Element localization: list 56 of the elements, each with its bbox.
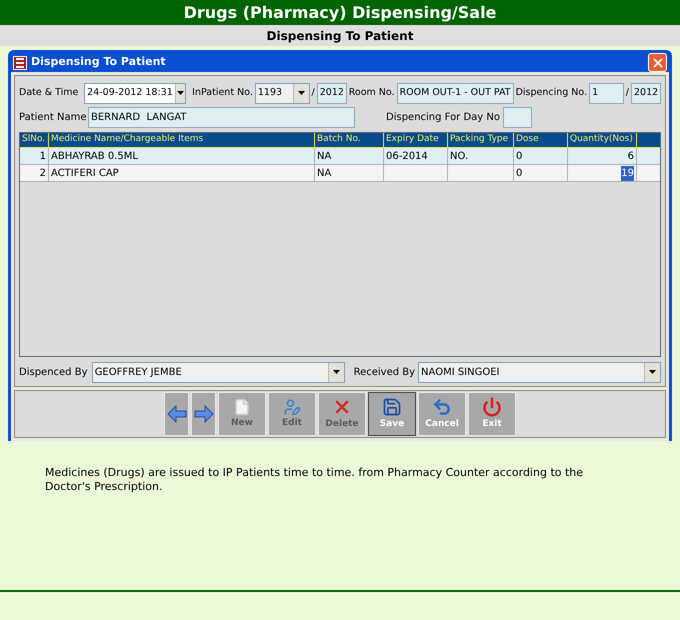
dispencing-year-field[interactable]: 2012 <box>631 82 661 104</box>
patient-name-field[interactable]: BERNARD LANGAT <box>88 106 355 128</box>
right-arrow-icon <box>194 405 214 423</box>
close-button[interactable] <box>648 53 667 72</box>
table-cell: NO. <box>448 148 514 164</box>
received-by-field[interactable]: NAOMI SINGOEI <box>418 362 661 382</box>
column-header[interactable]: Packing Type <box>448 133 514 147</box>
column-header[interactable]: Quantity(Nos) <box>568 133 637 147</box>
table-cell: 06-2014 <box>384 148 448 164</box>
page-subtitle: Dispensing To Patient <box>0 25 680 46</box>
field-label: Date & Time <box>19 86 80 100</box>
table-cell: ABHAYRAB 0.5ML <box>49 148 315 164</box>
next-button[interactable] <box>191 392 216 436</box>
dispencing-number-field[interactable]: 1 <box>589 82 624 104</box>
day-number-field[interactable] <box>503 106 532 128</box>
table-cell: 19 <box>568 165 637 181</box>
table-cell: 6 <box>568 148 637 164</box>
field-label: Dispencing No. <box>516 86 588 100</box>
field-label: Room No. <box>348 86 395 100</box>
field-label: InPatient No. <box>192 86 253 100</box>
column-header[interactable]: Batch No. <box>315 133 384 147</box>
left-arrow-icon <box>166 405 186 423</box>
undo-icon <box>432 396 452 417</box>
column-header[interactable]: SlNo. <box>20 133 49 147</box>
table-cell: 0 <box>514 148 568 164</box>
field-label: / <box>312 86 315 100</box>
power-icon <box>482 396 502 417</box>
table-row[interactable]: 2 ACTIFERI CAP NA 0 19 <box>20 165 660 182</box>
room-number-field[interactable]: ROOM OUT-1 - OUT PAT <box>396 82 514 104</box>
page-header: Drugs (Pharmacy) Dispensing/Sale <box>0 0 680 25</box>
date-time-field[interactable]: 24-09-2012 18:31 <box>84 82 186 104</box>
table-cell: NA <box>315 148 384 164</box>
close-icon <box>650 56 664 70</box>
field-label: / <box>626 86 629 100</box>
window-title: Dispensing To Patient <box>31 54 167 70</box>
column-header[interactable]: Dose <box>514 133 568 147</box>
table-cell: ACTIFERI CAP <box>49 165 315 181</box>
description-text: Medicines (Drugs) are issued to IP Patients time to time. from Pharmacy Counter according to the Doctor's Prescription. <box>45 466 584 494</box>
field-label: Dispencing For Day No <box>386 110 500 124</box>
column-header[interactable]: Medicine Name/Chargeable Items <box>49 133 315 147</box>
table-cell: 2 <box>20 165 49 181</box>
field-label: Patient Name <box>19 110 85 124</box>
field-label: Received By <box>354 366 416 380</box>
inpatient-year-field[interactable]: 2012 <box>316 82 347 104</box>
inpatient-number-field[interactable]: 1193 <box>254 82 310 104</box>
previous-button[interactable] <box>164 392 189 436</box>
column-header[interactable]: Expiry Date <box>384 133 448 147</box>
app-logo-icon <box>13 56 27 70</box>
table-cell: 0 <box>514 165 568 181</box>
table-row[interactable]: 1 ABHAYRAB 0.5ML NA 06-2014 NO. 0 6 <box>20 148 660 165</box>
dispenced-by-field[interactable]: GEOFFREY JEMBE <box>92 362 345 382</box>
field-label: Dispenced By <box>19 366 88 380</box>
user-pencil-icon <box>283 398 301 416</box>
table-cell: 1 <box>20 148 49 164</box>
document-icon <box>233 398 251 416</box>
table-cell: NA <box>315 165 384 181</box>
